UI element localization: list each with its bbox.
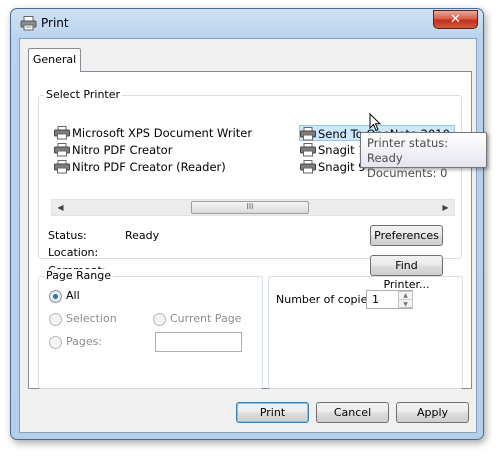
cancel-button[interactable]: Cancel (316, 402, 389, 423)
scroll-right-arrow-icon[interactable]: ▶ (437, 200, 454, 215)
printer-item-nitro-pdf-reader[interactable]: Nitro PDF Creator (Reader) (54, 159, 226, 175)
selection-radio[interactable] (49, 313, 62, 326)
printer-item-microsoft-xps[interactable]: Microsoft XPS Document Writer (54, 125, 252, 141)
printer-list-scrollbar[interactable]: ◀ lll ▶ (51, 199, 455, 216)
apply-button[interactable]: Apply (396, 402, 469, 423)
all-radio[interactable] (49, 290, 62, 303)
current-page-radio-label[interactable]: Current Page (170, 312, 241, 325)
selection-radio-label[interactable]: Selection (66, 312, 117, 325)
spin-down-icon[interactable]: ▼ (399, 301, 412, 309)
window-title: Print (41, 16, 69, 30)
all-radio-label[interactable]: All (66, 289, 80, 302)
printer-item-nitro-pdf[interactable]: Nitro PDF Creator (54, 142, 172, 158)
tooltip-documents-line: Documents: 0 (367, 166, 448, 180)
scroll-left-arrow-icon[interactable]: ◀ (52, 200, 69, 215)
status-value: Ready (125, 229, 160, 242)
page-range-group: Page Range All Selection Current Page Pa… (38, 269, 263, 389)
scrollbar-thumb[interactable]: lll (191, 201, 309, 214)
find-printer-button[interactable]: Find Printer... (370, 255, 443, 291)
location-label: Location: (48, 246, 99, 259)
preferences-button[interactable]: Preferences (370, 225, 443, 246)
select-printer-legend: Select Printer (44, 88, 123, 101)
grip-icon: lll (246, 202, 254, 211)
title-bar[interactable]: Print ✕ (11, 9, 483, 39)
copies-value: 1 (372, 293, 379, 306)
tooltip-status-line: Printer status: Ready (367, 136, 449, 165)
printer-icon (300, 160, 316, 174)
close-icon: ✕ (450, 12, 461, 27)
close-button[interactable]: ✕ (433, 10, 478, 29)
tab-general[interactable]: General (28, 48, 81, 72)
copies-spinner[interactable]: ▲ ▼ (398, 291, 413, 308)
print-dialog-window: Print ✕ General Select Printer Microsoft… (10, 8, 484, 440)
page-range-legend: Page Range (44, 269, 113, 282)
printer-name: Nitro PDF Creator (Reader) (72, 160, 226, 174)
printer-status-tooltip: Printer status: Ready Documents: 0 (360, 132, 487, 180)
pages-radio-label[interactable]: Pages: (66, 335, 102, 348)
printer-icon (20, 16, 37, 31)
printer-icon (300, 127, 316, 141)
pages-input[interactable] (155, 332, 242, 352)
printer-icon (300, 143, 316, 157)
printer-icon (54, 143, 70, 157)
number-of-copies-label: Number of copies: (276, 293, 377, 306)
spin-up-icon[interactable]: ▲ (399, 292, 412, 300)
mouse-cursor-icon (369, 113, 381, 132)
printer-name: Snagit 9 (318, 160, 366, 174)
printer-icon (54, 160, 70, 174)
print-button[interactable]: Print (236, 402, 309, 423)
printer-item-snagit-9[interactable]: Snagit 9 (300, 159, 366, 175)
current-page-radio[interactable] (153, 313, 166, 326)
printer-icon (54, 126, 70, 140)
copies-group: Number of copies: 1 ▲ ▼ (268, 276, 463, 389)
general-tab-panel: Select Printer Microsoft XPS Document Wr… (28, 71, 472, 389)
printer-name: Nitro PDF Creator (72, 143, 173, 157)
status-label: Status: (48, 229, 87, 242)
printer-name: Microsoft XPS Document Writer (72, 126, 253, 140)
pages-radio[interactable] (49, 336, 62, 349)
dialog-client-area: General Select Printer Microsoft XPS Doc… (19, 38, 477, 433)
